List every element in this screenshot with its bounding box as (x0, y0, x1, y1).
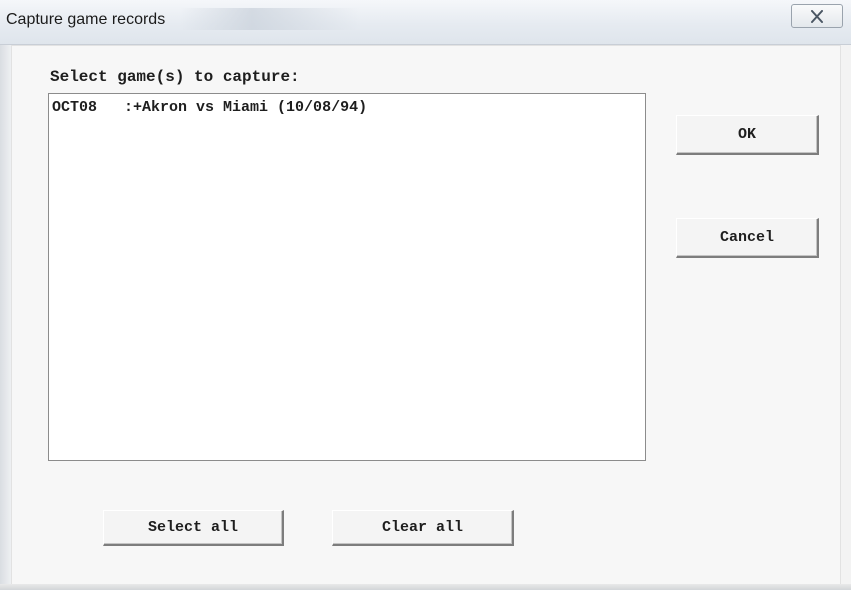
games-listbox[interactable]: OCT08 :+Akron vs Miami (10/08/94) (48, 93, 646, 461)
list-item[interactable]: OCT08 :+Akron vs Miami (10/08/94) (52, 99, 367, 116)
title-bar: Capture game records (0, 0, 851, 45)
ok-button[interactable]: OK (676, 115, 819, 155)
clear-all-button[interactable]: Clear all (332, 510, 514, 546)
capture-game-records-dialog: Capture game records Select game(s) to c… (0, 0, 851, 590)
select-all-button[interactable]: Select all (103, 510, 284, 546)
close-button[interactable] (791, 4, 843, 28)
window-left-frame (0, 45, 11, 590)
game-code: OCT08 (52, 99, 98, 116)
title-bar-background-text (180, 8, 360, 30)
cancel-button[interactable]: Cancel (676, 218, 819, 258)
window-bottom-frame (0, 584, 851, 590)
window-title: Capture game records (6, 11, 166, 28)
close-icon (811, 9, 823, 23)
select-games-label: Select game(s) to capture: (50, 68, 300, 86)
game-description: :+Akron vs Miami (10/08/94) (124, 99, 368, 116)
